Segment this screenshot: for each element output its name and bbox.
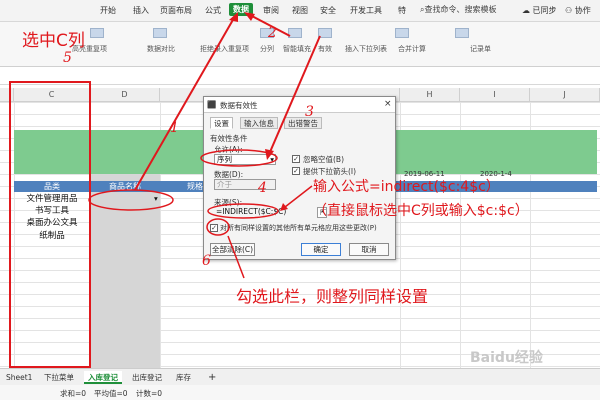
step-number: 1 <box>170 120 179 136</box>
step-number: 2 <box>268 25 277 41</box>
chevron-down-icon: ▾ <box>270 155 274 164</box>
dialog-app-icon: ⬛ <box>207 100 217 109</box>
validation-section-title: 有效性条件 <box>210 134 248 143</box>
list-item[interactable]: 纸制品 <box>14 230 90 242</box>
step-number: 3 <box>305 104 314 120</box>
tab-developer[interactable]: 开发工具 <box>350 5 382 16</box>
smart-fill-icon <box>288 28 302 38</box>
step-number: 5 <box>63 50 72 66</box>
validity-button[interactable]: 有效 <box>318 44 332 54</box>
column-header-d[interactable]: D <box>90 88 160 102</box>
insert-dropdown-button[interactable]: 插入下拉列表 <box>345 44 387 54</box>
tab-review[interactable]: 审阅 <box>263 5 279 16</box>
add-sheet-button[interactable]: + <box>204 371 220 384</box>
corner-select-all[interactable] <box>0 88 14 102</box>
split-column-button[interactable]: 分列 <box>260 44 274 54</box>
status-bar: 求和=0 平均值=0 计数=0 <box>0 385 600 400</box>
annotation-formula-hint: 输入公式=indirect($c:4$c） <box>313 179 500 195</box>
source-input[interactable]: =INDIRECT($C:$C) <box>214 207 310 218</box>
status-count: 计数=0 <box>136 389 163 398</box>
tab-formula[interactable]: 公式 <box>205 5 221 16</box>
status-average: 平均值=0 <box>94 389 128 398</box>
tab-input-message[interactable]: 输入信息 <box>240 117 278 129</box>
step-number: 6 <box>202 253 211 269</box>
ignore-blank-label: 忽略空值(B) <box>303 155 344 164</box>
list-item[interactable]: 文件管理用品 <box>14 193 90 205</box>
sheet-tab[interactable]: 入库登记 <box>84 371 122 384</box>
merge-calc-button[interactable]: 合并计算 <box>398 44 426 54</box>
dropdown-arrow-checkbox[interactable]: ✓ <box>292 167 300 175</box>
tab-more[interactable]: 特 <box>398 5 406 16</box>
status-sum: 求和=0 <box>60 389 87 398</box>
tab-page-layout[interactable]: 页面布局 <box>160 5 192 16</box>
menu-tab-bar: 开始 插入 页面布局 公式 数据 审阅 视图 安全 开发工具 特 ⌕查找命令、搜… <box>0 0 600 22</box>
annotation-check-hint: 勾选此栏，则整列同样设置 <box>236 287 429 306</box>
sheet-tab-bar: Sheet1 下拉菜单 入库登记 出库登记 库存 + <box>0 368 600 385</box>
data-compare-icon <box>153 28 167 38</box>
dialog-titlebar: ⬛ 数据有效性 × <box>204 97 395 113</box>
annotation-select-column: 选中C列 <box>22 31 85 51</box>
merge-calc-icon <box>395 28 409 38</box>
annotation-mouse-hint: （直接鼠标选中C列或输入$c:$c） <box>313 203 529 219</box>
header-category: 品类 <box>44 182 60 191</box>
close-icon[interactable]: × <box>384 99 392 109</box>
ribbon-toolbar: 高亮重复项 数据对比 拒绝录入重复项 分列 智能填充 有效 插入下拉列表 合并计… <box>0 22 600 67</box>
column-header-c[interactable]: C <box>14 88 90 102</box>
tab-insert[interactable]: 插入 <box>133 5 149 16</box>
column-header-j[interactable]: J <box>530 88 600 102</box>
tab-settings[interactable]: 设置 <box>210 117 233 129</box>
dialog-title: 数据有效性 <box>220 101 258 110</box>
baidu-watermark: Baidu经验 <box>470 350 543 366</box>
header-product-name: 商品名称 <box>109 182 141 191</box>
sheet-tab[interactable]: Sheet1 <box>2 371 36 384</box>
selected-column-fill <box>90 174 160 368</box>
sheet-tab[interactable]: 库存 <box>172 371 195 384</box>
ok-button[interactable]: 确定 <box>301 243 341 256</box>
column-header-i[interactable]: I <box>460 88 530 102</box>
column-header-h[interactable]: H <box>400 88 460 102</box>
apply-all-label: 对所有同样设置的其他所有单元格应用这些更改(P) <box>220 224 377 232</box>
clear-all-button[interactable]: 全部清除(C) <box>210 243 255 256</box>
sheet-tab[interactable]: 下拉菜单 <box>40 371 78 384</box>
highlight-duplicates-icon <box>90 28 104 38</box>
list-item[interactable]: 书写工具 <box>14 205 90 217</box>
tab-view[interactable]: 视图 <box>292 5 308 16</box>
list-item[interactable]: 桌面办公文具 <box>14 217 90 229</box>
smart-fill-button[interactable]: 智能填充 <box>283 44 311 54</box>
tab-data[interactable]: 数据 <box>229 3 253 16</box>
step-number: 4 <box>258 180 267 196</box>
formula-bar[interactable] <box>0 67 600 85</box>
validity-icon <box>318 28 332 38</box>
tab-security[interactable]: 安全 <box>320 5 336 16</box>
reject-duplicates-button[interactable]: 拒绝录入重复项 <box>200 44 249 54</box>
ignore-blank-checkbox[interactable]: ✓ <box>292 155 300 163</box>
allow-select[interactable]: 序列 ▾ <box>214 154 276 165</box>
chevron-down-icon[interactable]: ▾ <box>152 194 162 205</box>
cancel-button[interactable]: 取消 <box>349 243 389 256</box>
sync-status[interactable]: ☁ 已同步 <box>522 5 557 16</box>
sheet-tab[interactable]: 出库登记 <box>128 371 166 384</box>
share-button[interactable]: ⚇ 协作 <box>565 5 591 16</box>
record-form-button[interactable]: 记录单 <box>470 44 491 54</box>
data-compare-button[interactable]: 数据对比 <box>147 44 175 54</box>
record-icon <box>455 28 469 38</box>
apply-all-checkbox[interactable]: ✓ <box>210 224 218 232</box>
tab-home[interactable]: 开始 <box>100 5 116 16</box>
tab-error-alert[interactable]: 出错警告 <box>284 117 322 129</box>
